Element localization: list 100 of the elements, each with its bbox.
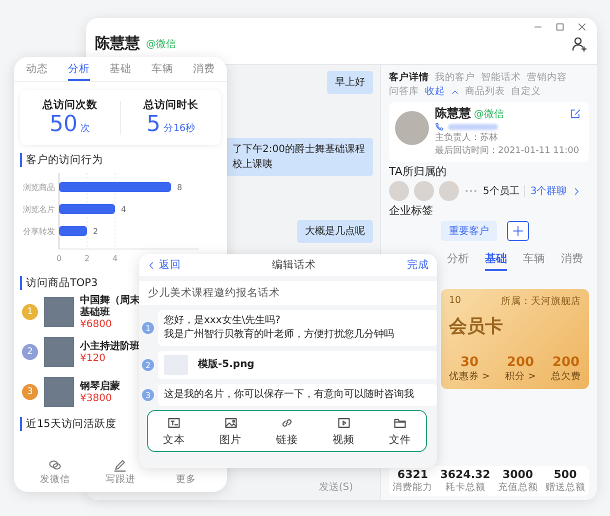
add-tag-button[interactable] (507, 221, 529, 241)
summary-unit: 分16秒 (163, 122, 196, 135)
staff-avatar (389, 181, 409, 201)
close-icon (577, 22, 587, 32)
back-button[interactable]: 返回 (147, 258, 181, 272)
step-number: 1 (142, 322, 154, 334)
card-stat-value: 30 (460, 355, 479, 370)
plus-icon (512, 225, 524, 237)
panel-tab[interactable]: 问答库 (389, 85, 419, 98)
photo-placeholder (44, 297, 74, 327)
maximize-icon (555, 22, 565, 32)
total-value: 6321 (397, 468, 428, 481)
panel-tab[interactable]: 客户详情 (389, 71, 429, 84)
done-button[interactable]: 完成 (407, 258, 429, 272)
script-title-field[interactable]: 少儿美术课程邀约报名话术 (139, 281, 437, 305)
dialog-title: 编辑话术 (272, 258, 316, 272)
message-line: 我是广州智行贝教育的叶老师，方便打扰您几分钟吗 (164, 328, 395, 342)
analysis-tab[interactable]: 消费 (193, 62, 215, 81)
axis-tick: 0 (56, 254, 62, 263)
panel-tab[interactable]: 营销内容 (527, 71, 567, 84)
card-title: 会员卡 (449, 315, 504, 338)
text-message[interactable]: 您好，是xxx女生\先生吗? 我是广州智行贝教育的叶老师，方便打扰您几分钟吗 (158, 310, 437, 346)
add-user-icon (571, 36, 587, 52)
photo-placeholder (44, 337, 74, 367)
axis-tick: 4 (112, 254, 118, 263)
panel-tab[interactable]: 我的客户 (435, 71, 475, 84)
value-label: 8 (177, 183, 182, 192)
total-label: 耗卡总额 (445, 481, 486, 494)
product-name: 小主持进阶班 (80, 340, 140, 352)
insert-button[interactable]: 链接 (267, 416, 307, 446)
analysis-tab[interactable]: 基础 (110, 62, 132, 81)
detail-tab[interactable]: 消费 (561, 251, 583, 271)
panel-tab[interactable]: 智能话术 (481, 71, 521, 84)
insert-button[interactable]: 文件 (380, 416, 420, 446)
edit-icon (570, 108, 581, 119)
total-label: 消费能力 (392, 481, 433, 494)
step-number: 3 (142, 389, 154, 401)
category-label: 浏览名片 (23, 205, 55, 214)
analysis-tab[interactable]: 动态 (26, 62, 48, 81)
panel-tab[interactable]: 商品列表 (465, 85, 505, 98)
rank-medal: 1 (22, 304, 38, 320)
owner-text: 主负责人：苏林 (435, 132, 499, 144)
product-name: 钢琴启蒙 (80, 380, 121, 392)
summary-value: 50 (50, 112, 78, 137)
staff-count: 5个员工 (483, 185, 520, 198)
message-bubble: 了下午2:00的爵士舞基础课程 校上课咦 (224, 138, 373, 176)
text-message[interactable]: 这是我的名片，你可以保存一下，有意向可以随时咨询我 (158, 384, 437, 406)
file-message[interactable]: 模版-5.png (158, 351, 437, 379)
tag-chip[interactable]: 重要客户 (441, 221, 497, 241)
nav-button[interactable]: 发微信 (34, 458, 75, 486)
customer-name: 陈慧慧 (435, 106, 471, 120)
summary-label: 总访问次数 (42, 98, 98, 112)
card-stat-label: 优惠券 > (449, 370, 490, 383)
detail-tab[interactable]: 基础 (485, 251, 507, 271)
detail-tab[interactable]: 分析 (447, 251, 469, 271)
card-stat-value: 200 (506, 355, 534, 370)
analysis-tab[interactable]: 车辆 (151, 62, 174, 81)
detail-tab[interactable]: 车辆 (523, 251, 545, 271)
staff-avatar (439, 181, 459, 201)
card-number-fragment: 10 (449, 295, 462, 308)
insert-button[interactable]: 视频 (324, 416, 364, 446)
section-title: 客户的访问行为 (20, 153, 221, 167)
category-label: 浏览商品 (23, 183, 55, 192)
nav-button[interactable]: 写跟进 (100, 458, 140, 486)
chevron-left-icon (147, 260, 156, 270)
value-label: 2 (93, 227, 98, 236)
section-title: 企业标签 (389, 204, 434, 218)
total-label: 充值总额 (498, 481, 538, 494)
channel-label: @微信 (474, 109, 504, 120)
chat-bubbles-icon (48, 458, 62, 472)
step-number: 2 (142, 359, 154, 371)
message-bubble: 早上好 (327, 71, 373, 94)
product-name: 中国舞（周末基础班 (80, 294, 140, 318)
product-price: ¥3800 (80, 392, 113, 404)
panel-tab[interactable]: 自定义 (511, 85, 541, 98)
summary-label: 总访问时长 (144, 98, 198, 112)
channel-label: @微信 (146, 38, 176, 50)
video-icon (336, 416, 350, 430)
analysis-tab[interactable]: 分析 (68, 62, 90, 81)
collapse-link[interactable]: 收起 (425, 85, 445, 98)
rank-medal: 2 (22, 344, 38, 360)
message-bubble: 大概是几点呢 (297, 220, 373, 243)
avatar-photo (395, 111, 429, 145)
summary-value: 5 (146, 112, 160, 137)
pen-icon (113, 458, 128, 472)
file-name: 模版-5.png (198, 358, 254, 372)
total-label: 赠送总额 (545, 481, 586, 494)
category-label: 分享转发 (23, 227, 55, 236)
card-stat-label: 总欠费 (551, 370, 581, 383)
photo-placeholder (44, 377, 74, 407)
rank-medal: 3 (22, 384, 38, 400)
store-label: 所属：天河旗舰店 (501, 295, 581, 308)
section-title: TA所归属的 (389, 165, 448, 179)
axis-tick: 2 (84, 254, 90, 263)
image-icon (224, 416, 238, 430)
last-visit-text: 最后回访时间：2021-01-11 11:00 (435, 145, 580, 157)
group-chats-link[interactable]: 3个群聊 (530, 184, 567, 198)
summary-unit: 次 (80, 122, 90, 135)
send-button[interactable]: 发送(S) (318, 480, 373, 494)
total-value: 500 (554, 468, 577, 481)
